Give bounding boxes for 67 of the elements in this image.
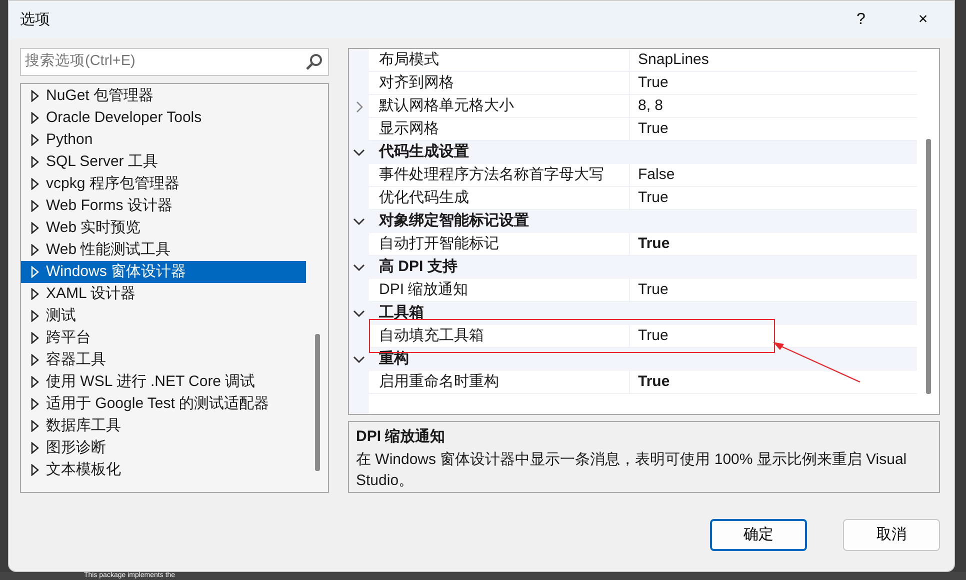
category-label: 重构	[378, 349, 410, 370]
search-icon	[305, 53, 323, 71]
tree-item[interactable]: Python	[21, 129, 306, 151]
ok-button[interactable]: 确定	[710, 519, 807, 551]
tree-item[interactable]: Web 实时预览	[21, 217, 306, 239]
expand-icon[interactable]	[31, 376, 39, 388]
tree-item[interactable]: 测试	[21, 305, 306, 327]
window-title: 选项	[20, 10, 51, 30]
chevron-down-icon[interactable]	[353, 148, 365, 156]
tree-item[interactable]: NuGet 包管理器	[21, 85, 306, 107]
category-label: 高 DPI 支持	[378, 257, 458, 278]
expand-icon[interactable]	[31, 178, 39, 190]
chevron-right-icon[interactable]	[356, 100, 362, 112]
description-title: DPI 缩放通知	[356, 427, 446, 447]
expand-icon[interactable]	[31, 442, 39, 454]
tree-item[interactable]: 跨平台	[21, 327, 306, 349]
property-value[interactable]: False	[629, 164, 917, 187]
expand-icon[interactable]	[31, 332, 39, 344]
tree-item[interactable]: Web Forms 设计器	[21, 195, 306, 217]
tree-item[interactable]: vcpkg 程序包管理器	[21, 173, 306, 195]
expand-icon[interactable]	[31, 464, 39, 476]
tree-item[interactable]: 文本模板化	[21, 459, 306, 481]
property-name: 默认网格单元格大小	[369, 95, 629, 118]
expand-icon[interactable]	[31, 244, 39, 256]
property-value[interactable]: True	[629, 72, 917, 95]
expand-icon[interactable]	[31, 222, 39, 234]
property-name: 布局模式	[369, 49, 629, 72]
scrollbar-thumb[interactable]	[926, 139, 930, 394]
tree-item[interactable]: Oracle Developer Tools	[21, 107, 306, 129]
expand-icon[interactable]	[31, 354, 39, 366]
property-name: 启用重命名时重构	[369, 371, 629, 394]
chevron-down-icon[interactable]	[353, 356, 365, 364]
property-value[interactable]: SnapLines	[629, 49, 917, 72]
tree-item[interactable]: 图形诊断	[21, 437, 306, 459]
property-name: 事件处理程序方法名称首字母大写	[369, 164, 629, 187]
chevron-down-icon[interactable]	[353, 218, 365, 226]
expand-icon[interactable]	[31, 134, 39, 146]
expand-icon[interactable]	[31, 310, 39, 322]
tree-item[interactable]: 数据库工具	[21, 415, 306, 437]
expand-icon[interactable]	[31, 398, 39, 410]
tree-item[interactable]: 容器工具	[21, 349, 306, 371]
expand-icon[interactable]	[31, 156, 39, 168]
expand-icon[interactable]	[31, 420, 39, 432]
property-value[interactable]: True	[629, 371, 917, 394]
scrollbar-thumb[interactable]	[314, 334, 320, 471]
description-text: 在 Windows 窗体设计器中显示一条消息，表明可使用 100% 显示比例来重启 Visual Studio。	[356, 450, 908, 490]
expand-icon[interactable]	[31, 90, 39, 102]
search-field[interactable]: 搜索选项(Ctrl+E)	[20, 48, 329, 76]
tree-item[interactable]: 适用于 Google Test 的测试适配器	[21, 393, 306, 415]
tree-item[interactable]: Windows 窗体设计器	[21, 261, 306, 283]
expand-icon[interactable]	[31, 200, 39, 212]
cancel-button[interactable]: 取消	[843, 519, 940, 551]
tree-item[interactable]: Web 性能测试工具	[21, 239, 306, 261]
chevron-down-icon[interactable]	[353, 264, 365, 272]
tree-item[interactable]: 使用 WSL 进行 .NET Core 调试	[21, 371, 306, 393]
category-label: 对象绑定智能标记设置	[378, 211, 530, 232]
chevron-down-icon[interactable]	[353, 310, 365, 318]
property-name: 对齐到网格	[369, 72, 629, 95]
expand-icon[interactable]	[31, 288, 39, 300]
expand-icon[interactable]	[31, 112, 39, 124]
category-label: 工具箱	[378, 303, 425, 324]
category-label: 代码生成设置	[378, 142, 470, 162]
tree-item[interactable]: SQL Server 工具	[21, 151, 306, 173]
property-value[interactable]: 8, 8	[629, 95, 917, 118]
help-button[interactable]: ?	[830, 8, 892, 32]
close-button[interactable]: ×	[892, 8, 954, 32]
tree-item[interactable]: XAML 设计器	[21, 283, 306, 305]
